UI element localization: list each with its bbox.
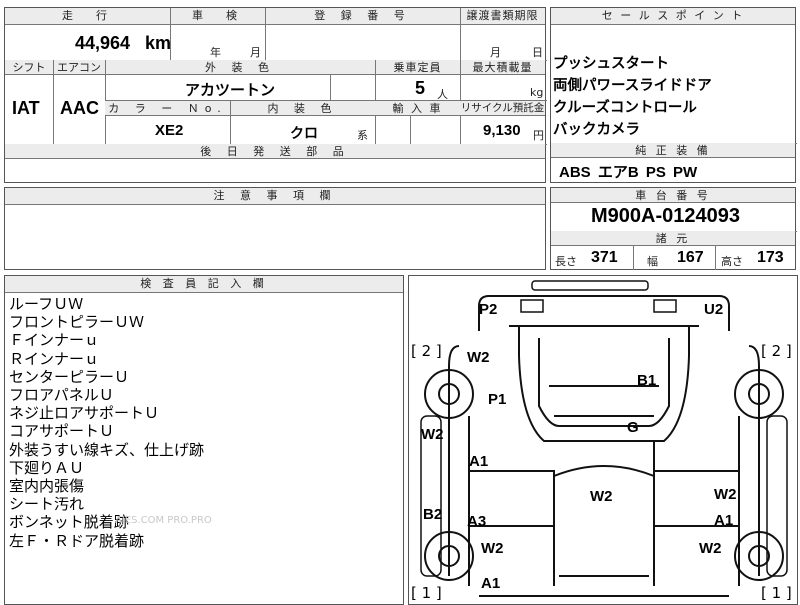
shift-header: シフト [5, 60, 53, 75]
mark-w2-right-front: W2 [699, 540, 722, 557]
capacity-unit: 人 [437, 88, 448, 101]
tire-rear-left-label: [ 2 ] [411, 342, 442, 360]
chassis-header: 車 台 番 号 [551, 188, 795, 203]
mark-a1-right-door: A1 [714, 512, 734, 529]
mark-g-glass: G [627, 419, 639, 436]
inspector-note: ネジ止ロアサポートＵ [9, 404, 160, 423]
registration-header: 登 録 番 号 [265, 8, 460, 25]
equipment-value: ABS エアB PS PW [559, 164, 698, 181]
mileage-value: 44,964 [75, 33, 131, 53]
width-label: 幅 [647, 255, 658, 268]
tire-rear-right-label: [ 2 ] [761, 342, 792, 360]
inspector-note: Ｆインナーｕ [9, 331, 100, 350]
mark-w2-hood: W2 [590, 488, 613, 505]
recycle-fee-unit: 円 [533, 129, 544, 142]
recycle-fee-header: リサイクル預託金 [460, 101, 545, 116]
capacity-value: 5 [415, 78, 426, 98]
aircon-header: エアコン [53, 60, 105, 75]
load-unit: kg [530, 86, 544, 99]
mark-a1-front: A1 [481, 575, 501, 592]
transfer-day-label: 日 [532, 46, 543, 59]
mark-u2-rear: U2 [704, 301, 724, 318]
interior-color-suffix: 系 [357, 129, 368, 142]
car-diagram [420, 280, 788, 597]
sales-points-panel: セ ー ル ス ポ イ ン ト プッシュスタート 両側パワースライドドア クルー… [550, 7, 797, 183]
inspection-year-label: 年 [210, 46, 221, 59]
inspector-note: 室内内張傷 [9, 477, 85, 496]
color-no-value: XE2 [155, 122, 184, 139]
height-value: 173 [757, 249, 784, 266]
inspector-note: ルーフＵＷ [9, 295, 84, 313]
sales-point-item: プッシュスタート [553, 56, 669, 72]
car-diagram-panel: [ 2 ] [ 2 ] [ 1 ] [ 1 ] P2 U2 W2 P1 B1 W… [408, 275, 798, 605]
inspector-panel: 検 査 員 記 入 欄 ルーフＵＷ フロントピラーＵＷ Ｆインナーｕ Ｒインナー… [4, 275, 404, 605]
recycle-fee-value: 9,130 [483, 122, 521, 139]
mark-w2-left-front: W2 [481, 540, 504, 557]
equipment-header: 純 正 装 備 [551, 143, 795, 158]
tire-front-left-label: [ 1 ] [411, 584, 442, 602]
sales-point-item: バックカメラ [553, 122, 640, 138]
mileage-header: 走 行 [5, 8, 170, 25]
exterior-color-value: アカツートン [185, 81, 276, 99]
chassis-number: M900A-0124093 [591, 205, 740, 227]
spec-header: 諸 元 [551, 231, 795, 246]
width-value: 167 [677, 249, 704, 266]
inspector-note: 下廻りＡＵ [9, 458, 85, 477]
sales-points-header: セ ー ル ス ポ イ ン ト [551, 8, 795, 25]
notes-header: 注 意 事 項 欄 [5, 188, 545, 205]
max-load-header: 最大積載量 [460, 60, 545, 75]
inspector-header: 検 査 員 記 入 欄 [5, 276, 403, 293]
mark-p2-rear: P2 [479, 301, 498, 318]
sales-point-item: クルーズコントロール [553, 100, 697, 116]
sales-points-list: プッシュスタート 両側パワースライドドア クルーズコントロール バックカメラ [553, 53, 712, 141]
chassis-panel: 車 台 番 号 M900A-0124093 諸 元 長さ 371 幅 167 高… [550, 187, 797, 270]
mark-a3-left-door: A3 [467, 513, 487, 530]
mark-w2-left-rear: W2 [467, 349, 490, 366]
inspector-notes-list: ルーフＵＷ フロントピラーＵＷ Ｆインナーｕ Ｒインナーｕ センターピラーＵ フ… [9, 295, 204, 550]
inspector-note: コアサポートＵ [9, 422, 115, 441]
inspector-note: フロアパネルＵ [9, 386, 114, 405]
height-label: 高さ [721, 255, 743, 268]
inspector-note: 左Ｆ・Ｒドア脱着跡 [9, 531, 145, 550]
inspection-month-label: 月 [250, 46, 261, 59]
mileage-unit: km [145, 33, 172, 53]
shift-value: IAT [12, 98, 40, 118]
inspector-note: シート汚れ [9, 495, 85, 514]
inspector-note: Ｒインナーｕ [9, 349, 100, 368]
notes-panel: 注 意 事 項 欄 [4, 187, 546, 270]
aircon-value: AAC [60, 98, 99, 118]
inspection-header: 車 検 [170, 8, 265, 25]
mark-w2-right-side: W2 [714, 486, 737, 503]
mark-p1-roof: P1 [488, 391, 507, 408]
sales-point-item: 両側パワースライドドア [553, 78, 712, 94]
length-value: 371 [591, 249, 618, 266]
watermark: AJES.COM PRO.PRO [115, 515, 212, 526]
length-label: 長さ [555, 255, 577, 268]
import-header: 輸 入 車 [375, 101, 460, 116]
transfer-deadline-header: 譲渡書類期限 [460, 8, 545, 25]
tire-front-right-label: [ 1 ] [761, 584, 792, 602]
inspector-note: 外装うすい線キズ、仕上げ跡 [9, 440, 205, 459]
inspector-note: フロントピラーＵＷ [9, 313, 145, 332]
color-no-header: カ ラ ー Ｎo. [105, 101, 230, 116]
later-parts-header: 後 日 発 送 部 品 [5, 144, 545, 159]
mark-a1-left-door: A1 [469, 453, 489, 470]
interior-color-value: クロ [290, 126, 318, 142]
vehicle-info-grid: 走 行 車 検 登 録 番 号 譲渡書類期限 44,964 km 年 月 月 日… [4, 7, 547, 183]
transfer-month-label: 月 [490, 46, 501, 59]
exterior-color-header: 外 装 色 [105, 60, 375, 75]
inspector-note: センターピラーＵ [9, 367, 130, 386]
mark-w2-left-side: W2 [421, 426, 444, 443]
mark-b1-roof: B1 [637, 372, 657, 389]
capacity-header: 乗車定員 [375, 60, 460, 75]
interior-color-header: 内 装 色 [230, 101, 375, 116]
mark-b2-left: B2 [423, 506, 443, 523]
